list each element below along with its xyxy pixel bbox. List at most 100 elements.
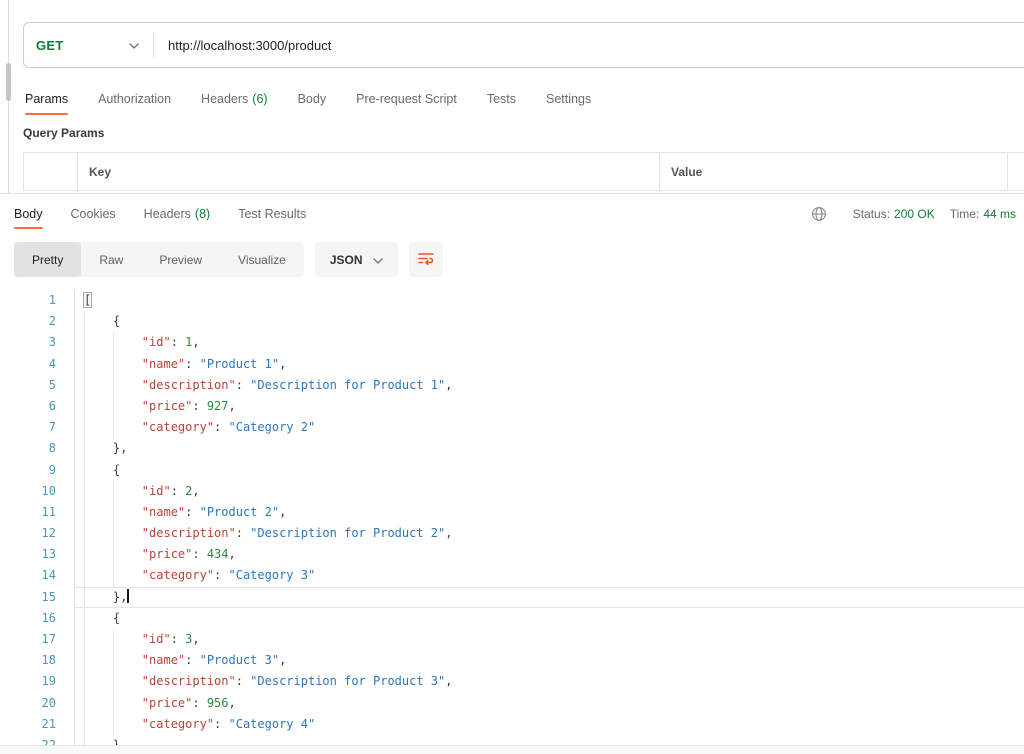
wrap-text-button[interactable] [409,242,443,277]
indent-guide [113,565,114,586]
code-line: 21 "category": "Category 4" [0,714,1024,735]
line-content: "name": "Product 1", [74,354,1024,375]
method-selector[interactable]: GET [24,23,153,67]
chevron-down-icon [129,36,139,54]
indent-guide [113,650,114,671]
code-line: 7 "category": "Category 2" [0,417,1024,438]
indent-guide [84,629,85,650]
indent-guide [113,375,114,396]
line-number: 15 [0,587,74,608]
code-line: 1[ [0,290,1024,311]
param-checkbox-cell [24,153,78,190]
indent-guide [84,523,85,544]
line-number: 5 [0,375,74,396]
wrap-text-icon [417,249,435,271]
request-tab-pre-request-script[interactable]: Pre-request Script [356,84,457,114]
response-tab-body[interactable]: Body [14,200,43,228]
response-tabs: Body Cookies Headers(8) Test Results [14,200,306,228]
indent-guide [113,417,114,438]
request-tab-tests[interactable]: Tests [487,84,516,114]
network-globe-icon[interactable] [811,206,827,222]
format-selector[interactable]: JSON [315,242,398,277]
line-content: "category": "Category 3" [74,565,1024,586]
indent-guide [84,311,85,332]
line-number: 2 [0,311,74,332]
indent-guide [84,375,85,396]
line-number: 9 [0,460,74,481]
code-line: 9 { [0,460,1024,481]
tab-label: Test Results [238,207,306,221]
code-line: 12 "description": "Description for Produ… [0,523,1024,544]
line-content: "id": 2, [74,481,1024,502]
indent-guide [113,396,114,417]
code-line: 11 "name": "Product 2", [0,502,1024,523]
line-number: 7 [0,417,74,438]
url-input[interactable]: http://localhost:3000/product [154,38,1024,53]
request-tab-settings[interactable]: Settings [546,84,591,114]
response-tab-test-results[interactable]: Test Results [238,200,306,228]
line-content: "category": "Category 2" [74,417,1024,438]
line-number: 18 [0,650,74,671]
tab-label: Tests [487,92,516,106]
line-content: "price": 956, [74,693,1024,714]
indent-guide [113,523,114,544]
code-line: 18 "name": "Product 3", [0,650,1024,671]
indent-guide [84,565,85,586]
sidebar-scrollbar-thumb[interactable] [6,63,11,101]
view-tab-preview[interactable]: Preview [141,242,220,277]
code-line: 14 "category": "Category 3" [0,565,1024,586]
indent-guide [113,671,114,692]
response-tab-headers[interactable]: Headers(8) [144,200,211,228]
request-tabs: Params Authorization Headers (6) Body Pre-req… [25,84,591,114]
value-column-header: Value [660,153,1008,190]
code-line: 6 "price": 927, [0,396,1024,417]
request-url-bar: GET http://localhost:3000/product [23,22,1024,68]
line-number: 3 [0,332,74,353]
query-params-table-header: Key Value [23,152,1024,191]
request-tab-headers[interactable]: Headers (6) [201,84,268,114]
indent-guide [113,693,114,714]
view-mode-segmented-control: PrettyRawPreviewVisualize [14,242,304,277]
indent-guide [84,693,85,714]
time-label: Time: [950,207,980,221]
tab-label: Headers [201,92,248,106]
code-line: 2 { [0,311,1024,332]
indent-guide [84,396,85,417]
line-number: 13 [0,544,74,565]
response-tab-cookies[interactable]: Cookies [71,200,116,228]
response-body-editor[interactable]: 1[2 {3 "id": 1,4 "name": "Product 1",5 "… [0,288,1024,745]
view-tab-raw[interactable]: Raw [81,242,141,277]
code-line: 17 "id": 3, [0,629,1024,650]
code-line: 10 "id": 2, [0,481,1024,502]
indent-guide [84,481,85,502]
line-content: "description": "Description for Product … [74,375,1024,396]
tab-label: Settings [546,92,591,106]
code-line: 20 "price": 956, [0,693,1024,714]
tab-label: Headers [144,207,191,221]
line-content: "price": 927, [74,396,1024,417]
line-content: "id": 3, [74,629,1024,650]
line-content: }, [74,438,1024,459]
status-value: 200 OK [894,207,935,221]
line-content: }, [74,587,1024,608]
indent-guide [84,650,85,671]
request-response-divider [0,193,1024,194]
request-tab-params[interactable]: Params [25,84,68,114]
view-tab-pretty[interactable]: Pretty [14,242,81,277]
view-tab-visualize[interactable]: Visualize [220,242,304,277]
tab-count-badge: (6) [252,92,267,106]
line-number: 20 [0,693,74,714]
line-content: "name": "Product 2", [74,502,1024,523]
line-content: { [74,460,1024,481]
indent-guide [84,587,85,608]
request-tab-body[interactable]: Body [298,84,327,114]
request-tab-authorization[interactable]: Authorization [98,84,171,114]
indent-guide [84,438,85,459]
indent-guide [113,629,114,650]
line-content: "description": "Description for Product … [74,523,1024,544]
indent-guide [84,544,85,565]
line-number: 21 [0,714,74,735]
chevron-down-icon [373,253,383,267]
line-number: 17 [0,629,74,650]
line-content: [ [74,290,1024,311]
